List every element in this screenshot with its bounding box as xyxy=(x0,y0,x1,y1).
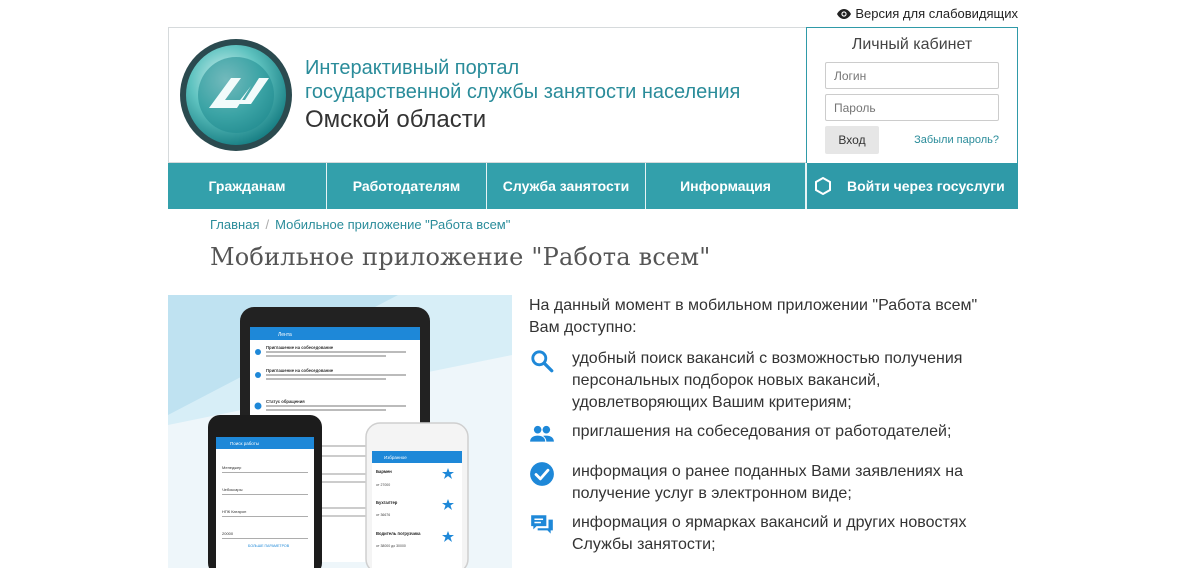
title-line-1: Интерактивный портал xyxy=(305,57,520,79)
tablet-item-3: Статус обращения xyxy=(266,399,305,404)
people-icon xyxy=(530,425,554,442)
gosuslugi-label: Войти через госуслуги xyxy=(847,178,1005,194)
app-promo-image: Лента Приглашение на собеседование Пригл… xyxy=(168,295,512,568)
breadcrumb-separator: / xyxy=(265,217,270,232)
phone-right-header: Избранное xyxy=(384,455,407,460)
tablet-header: Лента xyxy=(278,332,292,338)
feature-text: удобный поиск вакансий с возможностью по… xyxy=(572,350,963,411)
breadcrumb-current[interactable]: Мобильное приложение "Работа всем" xyxy=(275,217,510,232)
breadcrumb: Главная / Мобильное приложение "Работа все… xyxy=(210,217,510,232)
accessibility-link[interactable]: Версия для слабовидящих xyxy=(837,6,1018,21)
phone-left-more-button: БОЛЬШЕ ПАРАМЕТРОВ xyxy=(248,544,290,548)
forgot-password-link[interactable]: Забыли пароль? xyxy=(914,134,999,146)
feature-text: информация о ранее поданных Вами заявлен… xyxy=(572,463,963,502)
login-input[interactable] xyxy=(825,62,999,89)
phone-left-field-1: Менеджер xyxy=(222,465,242,470)
feature-item: информация о ранее поданных Вами заявлен… xyxy=(529,461,1009,505)
breadcrumb-home[interactable]: Главная xyxy=(210,217,259,232)
main-nav: Гражданам Работодателям Служба занятости… xyxy=(168,163,1018,209)
page-title: Мобильное приложение "Работа всем" xyxy=(210,243,711,271)
feature-text: приглашения на собеседования от работода… xyxy=(572,423,952,440)
phone-right-salary-1: от 27000 xyxy=(376,483,390,487)
feature-item: приглашения на собеседования от работода… xyxy=(529,421,1009,454)
login-panel: Личный кабинет Вход Забыли пароль? xyxy=(806,27,1018,164)
eye-icon xyxy=(837,8,852,19)
nav-item-employment-service[interactable]: Служба занятости xyxy=(487,163,646,209)
feature-item: информация о ярмарках вакансий и других … xyxy=(529,512,1009,556)
phone-right-salary-3: от 38000 до 30000 xyxy=(376,544,406,548)
chat-icon xyxy=(531,515,553,534)
portal-logo[interactable] xyxy=(179,38,293,152)
title-region: Омской области xyxy=(305,106,487,133)
password-input[interactable] xyxy=(825,94,999,121)
login-button[interactable]: Вход xyxy=(825,126,879,154)
phone-right-item-2: Бухгалтер xyxy=(376,500,398,505)
features-intro: На данный момент в мобильном приложении … xyxy=(529,297,978,336)
phone-left-header: Поиск работы xyxy=(230,441,259,446)
portal-title: Интерактивный портал государственной слу… xyxy=(305,56,740,132)
tablet-item-2: Приглашение на собеседование xyxy=(266,368,334,373)
phone-right-salary-2: от 36676 xyxy=(376,513,390,517)
tablet-item-1: Приглашение на собеседование xyxy=(266,345,334,350)
phone-left-field-3: НПК Катарон xyxy=(222,509,246,514)
phone-left-field-2: Чебоксары xyxy=(222,487,243,492)
title-line-2: государственной службы занятости населен… xyxy=(305,81,741,103)
phone-right-item-1: Бармен xyxy=(376,469,392,474)
nav-item-employers[interactable]: Работодателям xyxy=(327,163,487,209)
phone-left-field-4: 20000 xyxy=(222,531,234,536)
site-header: Интерактивный портал государственной слу… xyxy=(168,27,1018,164)
login-heading: Личный кабинет xyxy=(851,36,973,53)
check-circle-icon xyxy=(530,462,554,486)
search-icon xyxy=(531,350,554,373)
gosuslugi-login-button[interactable]: Войти через госуслуги xyxy=(806,163,1018,209)
feature-item: удобный поиск вакансий с возможностью по… xyxy=(529,348,1009,414)
nav-item-information[interactable]: Информация xyxy=(646,163,806,209)
devices-illustration: Лента Приглашение на собеседование Пригл… xyxy=(168,295,512,568)
gosuslugi-icon xyxy=(815,177,831,195)
feature-text: информация о ярмарках вакансий и других … xyxy=(572,514,967,553)
app-features: На данный момент в мобильном приложении … xyxy=(529,295,1009,563)
phone-right-item-3: Водитель погрузчика xyxy=(376,531,421,536)
nav-item-citizens[interactable]: Гражданам xyxy=(168,163,327,209)
accessibility-label: Версия для слабовидящих xyxy=(855,6,1018,21)
